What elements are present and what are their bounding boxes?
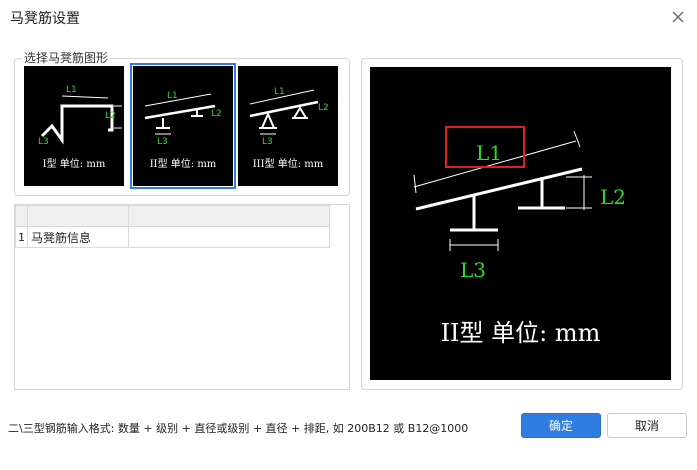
shape-type-2-thumbnail[interactable]: L1 L2 L3 II型 单位: mm bbox=[130, 63, 236, 189]
shape-type-1-thumbnail[interactable]: L1 L2 L3 I型 单位: mm bbox=[24, 66, 124, 186]
shape-selection-label: 选择马凳筋图形 bbox=[22, 49, 111, 66]
close-button[interactable] bbox=[667, 6, 689, 28]
preview-label-l3: L3 bbox=[460, 258, 486, 282]
preview-caption: II型 单位: mm bbox=[440, 319, 601, 347]
shape-1-label-l1: L1 bbox=[66, 85, 77, 95]
close-icon bbox=[672, 11, 684, 23]
preview-label-l2: L2 bbox=[600, 185, 626, 209]
title-bar: 马凳筋设置 bbox=[0, 0, 697, 34]
shape-1-label-l2: L2 bbox=[105, 111, 116, 121]
shape-1-label-l3: L3 bbox=[38, 137, 49, 147]
preview-label-l1: L1 bbox=[476, 141, 502, 165]
preview-canvas: L1 L2 L3 II型 单位: mm bbox=[370, 67, 671, 380]
shape-1-caption: I型 单位: mm bbox=[42, 159, 106, 170]
shape-3-label-l3: L3 bbox=[262, 137, 273, 147]
shape-2-caption: II型 单位: mm bbox=[149, 159, 217, 170]
rebar-info-table: 1 马凳筋信息 bbox=[15, 205, 330, 248]
grid-header-name bbox=[27, 205, 129, 227]
input-format-hint: 二\三型钢筋输入格式: 数量 + 级别 + 直径或级别 + 直径 + 排距, 如… bbox=[8, 422, 469, 435]
row-index: 1 bbox=[15, 226, 28, 248]
shape-2-label-l2: L2 bbox=[211, 109, 222, 119]
row-name: 马凳筋信息 bbox=[27, 226, 129, 248]
grid-header-row bbox=[15, 205, 330, 227]
grid-corner-cell bbox=[15, 205, 28, 227]
shape-2-label-l1: L1 bbox=[167, 91, 178, 101]
shape-3-label-l2: L2 bbox=[318, 103, 329, 113]
shape-2-label-l3: L3 bbox=[157, 137, 168, 147]
ok-button[interactable]: 确定 bbox=[521, 413, 601, 438]
row-value-cell[interactable] bbox=[128, 226, 330, 248]
cancel-button[interactable]: 取消 bbox=[607, 413, 687, 438]
shape-3-caption: III型 单位: mm bbox=[252, 159, 324, 170]
shape-3-label-l1: L1 bbox=[274, 87, 285, 97]
grid-header-value bbox=[128, 205, 330, 227]
table-row[interactable]: 1 马凳筋信息 bbox=[15, 226, 330, 248]
window-title: 马凳筋设置 bbox=[10, 11, 80, 27]
shape-type-3-thumbnail[interactable]: L1 L2 L3 III型 单位: mm bbox=[238, 66, 338, 186]
rebar-info-grid: 1 马凳筋信息 bbox=[14, 204, 350, 390]
